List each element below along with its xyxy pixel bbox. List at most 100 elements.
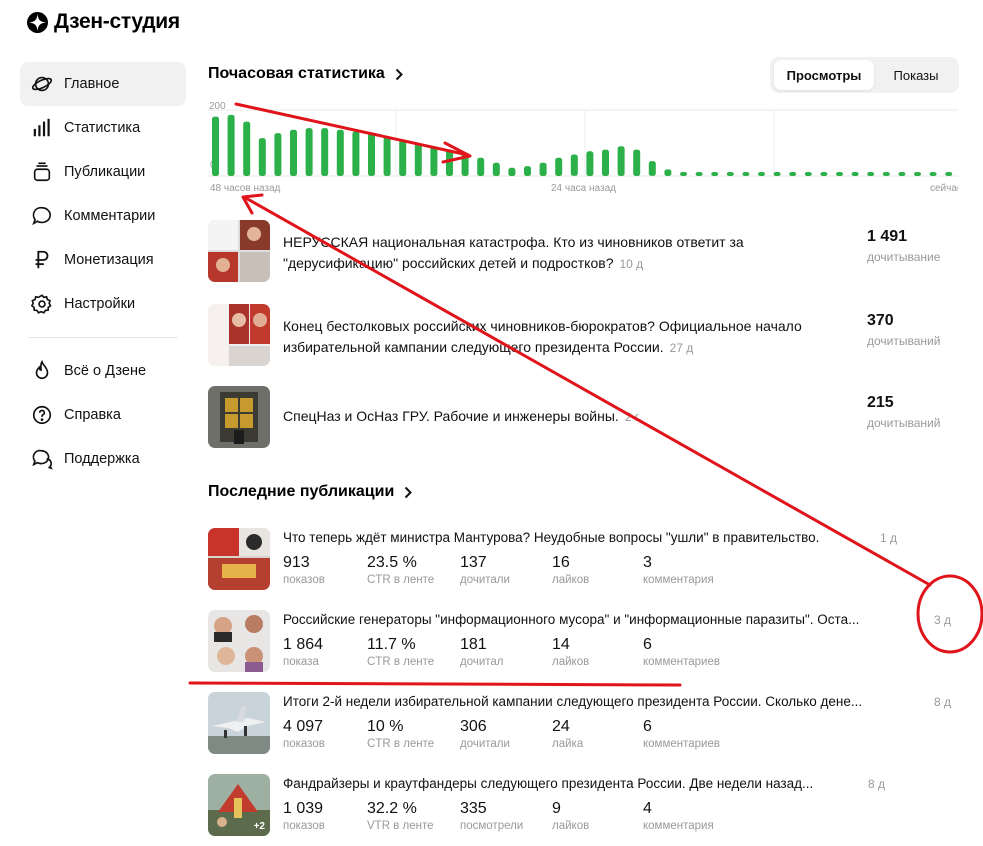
chart-bar[interactable] [352,131,360,176]
chart-bar[interactable] [742,172,750,176]
post-title[interactable]: Итоги 2-й недели избирательной кампании … [283,694,923,709]
sidebar: Главное Статистика Публикации Комментари… [20,62,186,481]
stat-value: 32.2 % [367,800,417,817]
stat-value: 1 039 [283,800,324,817]
chart-bar[interactable] [508,167,516,177]
stat-label: комментария [643,574,714,586]
sidebar-item-publications[interactable]: Публикации [20,150,186,194]
chart-bar[interactable] [305,128,313,176]
chart-bar[interactable] [929,172,937,176]
top-post-row[interactable]: Конец бестолковых российских чиновников-… [208,304,960,366]
metric-value: 1 491 [867,228,908,245]
sidebar-item-comments[interactable]: Комментарии [20,194,186,238]
chart-bar[interactable] [914,172,921,176]
sidebar-item-settings[interactable]: Настройки [20,282,186,326]
recent-post-row[interactable]: Российские генераторы "информационного м… [208,610,960,672]
sidebar-item-about-dzen[interactable]: Всё о Дзене [20,349,186,393]
chart-bar[interactable] [758,172,765,176]
post-title[interactable]: Российские генераторы "информационного м… [283,612,923,627]
stat-label: дочитал [460,656,504,668]
chart-bar[interactable] [695,172,703,176]
x-tick-48h: 48 часов назад [210,183,281,194]
top-post-row[interactable]: НЕРУССКАЯ национальная катастрофа. Кто и… [208,220,960,282]
tab-views[interactable]: Просмотры [774,60,874,90]
chart-bar[interactable] [461,152,469,176]
post-title[interactable]: НЕРУССКАЯ национальная катастрофа. Кто и… [283,234,744,271]
chart-bar[interactable] [820,172,828,176]
post-title[interactable]: Конец бестолковых российских чиновников-… [283,318,802,355]
post-title[interactable]: Что теперь ждёт министра Мантурова? Неуд… [283,530,873,545]
stat-reads: 306 дочитали [460,718,510,750]
chart-bar[interactable] [227,114,235,176]
x-tick-24h: 24 часа назад [551,183,616,194]
chart-bar[interactable] [867,172,875,176]
post-title[interactable]: СпецНаз и ОсНаз ГРУ. Рабочие и инженеры … [283,408,619,424]
stat-value: 9 [552,800,561,817]
chart-bar[interactable] [726,172,734,176]
sidebar-item-help[interactable]: Справка [20,393,186,437]
chart-bar[interactable] [882,172,890,176]
chart-bar[interactable] [711,172,719,176]
sidebar-item-label: Комментарии [64,208,156,224]
chart-bar[interactable] [524,166,531,176]
chart-bar[interactable] [446,149,453,176]
stat-vtr: 32.2 % VTR в ленте [367,800,434,832]
thumbnail-count-badge: +2 [253,821,265,832]
sidebar-divider [28,337,178,338]
recent-post-row[interactable]: +2 Фандрайзеры и краутфандеры следующего… [208,774,960,836]
sidebar-item-label: Главное [64,76,120,92]
stat-label: комментария [643,820,714,832]
planet-icon [30,72,54,96]
chart-bar[interactable] [321,128,329,176]
chart-bar[interactable] [789,172,797,176]
chart-bar[interactable] [383,136,391,176]
chart-bar[interactable] [539,162,547,176]
chart-bar[interactable] [430,146,438,176]
stat-impressions: 1 864 показа [283,636,323,668]
hourly-stats-link[interactable]: Почасовая статистика [208,65,403,83]
chart-bar[interactable] [586,151,594,177]
chart-bar[interactable] [633,149,641,176]
chart-bar[interactable] [399,139,407,176]
chart-bar[interactable] [617,146,625,176]
chart-bar[interactable] [945,172,953,176]
chart-bar[interactable] [258,138,266,176]
recent-publications-link[interactable]: Последние публикации [208,483,413,501]
stat-value: 137 [460,554,487,571]
chart-bar[interactable] [851,172,859,176]
tab-impressions[interactable]: Показы [876,60,956,90]
chart-bar[interactable] [555,157,563,176]
chart-bar[interactable] [414,143,422,176]
top-post-row[interactable]: СпецНаз и ОсНаз ГРУ. Рабочие и инженеры … [208,386,960,448]
chart-bar[interactable] [243,121,251,176]
post-title[interactable]: Фандрайзеры и краутфандеры следующего пр… [283,776,863,791]
chart-bar[interactable] [648,161,656,176]
chart-bar[interactable] [290,129,297,176]
chart-bar[interactable] [804,172,812,176]
chart-bar[interactable] [477,157,485,176]
chart-bar[interactable] [336,129,344,176]
sidebar-item-statistics[interactable]: Статистика [20,106,186,150]
recent-post-row[interactable]: Итоги 2-й недели избирательной кампании … [208,692,960,754]
chart-bar[interactable] [773,172,781,176]
chart-bar[interactable] [680,172,687,176]
stat-value: 23.5 % [367,554,417,571]
recent-post-row[interactable]: Что теперь ждёт министра Мантурова? Неуд… [208,528,960,590]
chart-bar[interactable] [664,169,672,176]
chart-bar[interactable] [492,162,500,176]
metric-switcher: Просмотры Показы [770,57,959,93]
chart-bar[interactable] [368,133,375,176]
chart-bar[interactable] [212,116,219,176]
chart-bar[interactable] [602,149,609,176]
logo[interactable]: Дзен-студия [27,10,180,34]
chart-bar[interactable] [836,172,843,176]
chart-bar[interactable] [898,172,906,176]
sidebar-item-monetization[interactable]: Монетизация [20,238,186,282]
sidebar-item-label: Справка [64,407,121,423]
post-thumbnail [208,610,270,672]
chart-bar[interactable] [274,133,282,176]
chart-bar[interactable] [570,154,578,176]
sidebar-item-main[interactable]: Главное [20,62,186,106]
sidebar-item-support[interactable]: Поддержка [20,437,186,481]
metric-value: 215 [867,394,894,411]
